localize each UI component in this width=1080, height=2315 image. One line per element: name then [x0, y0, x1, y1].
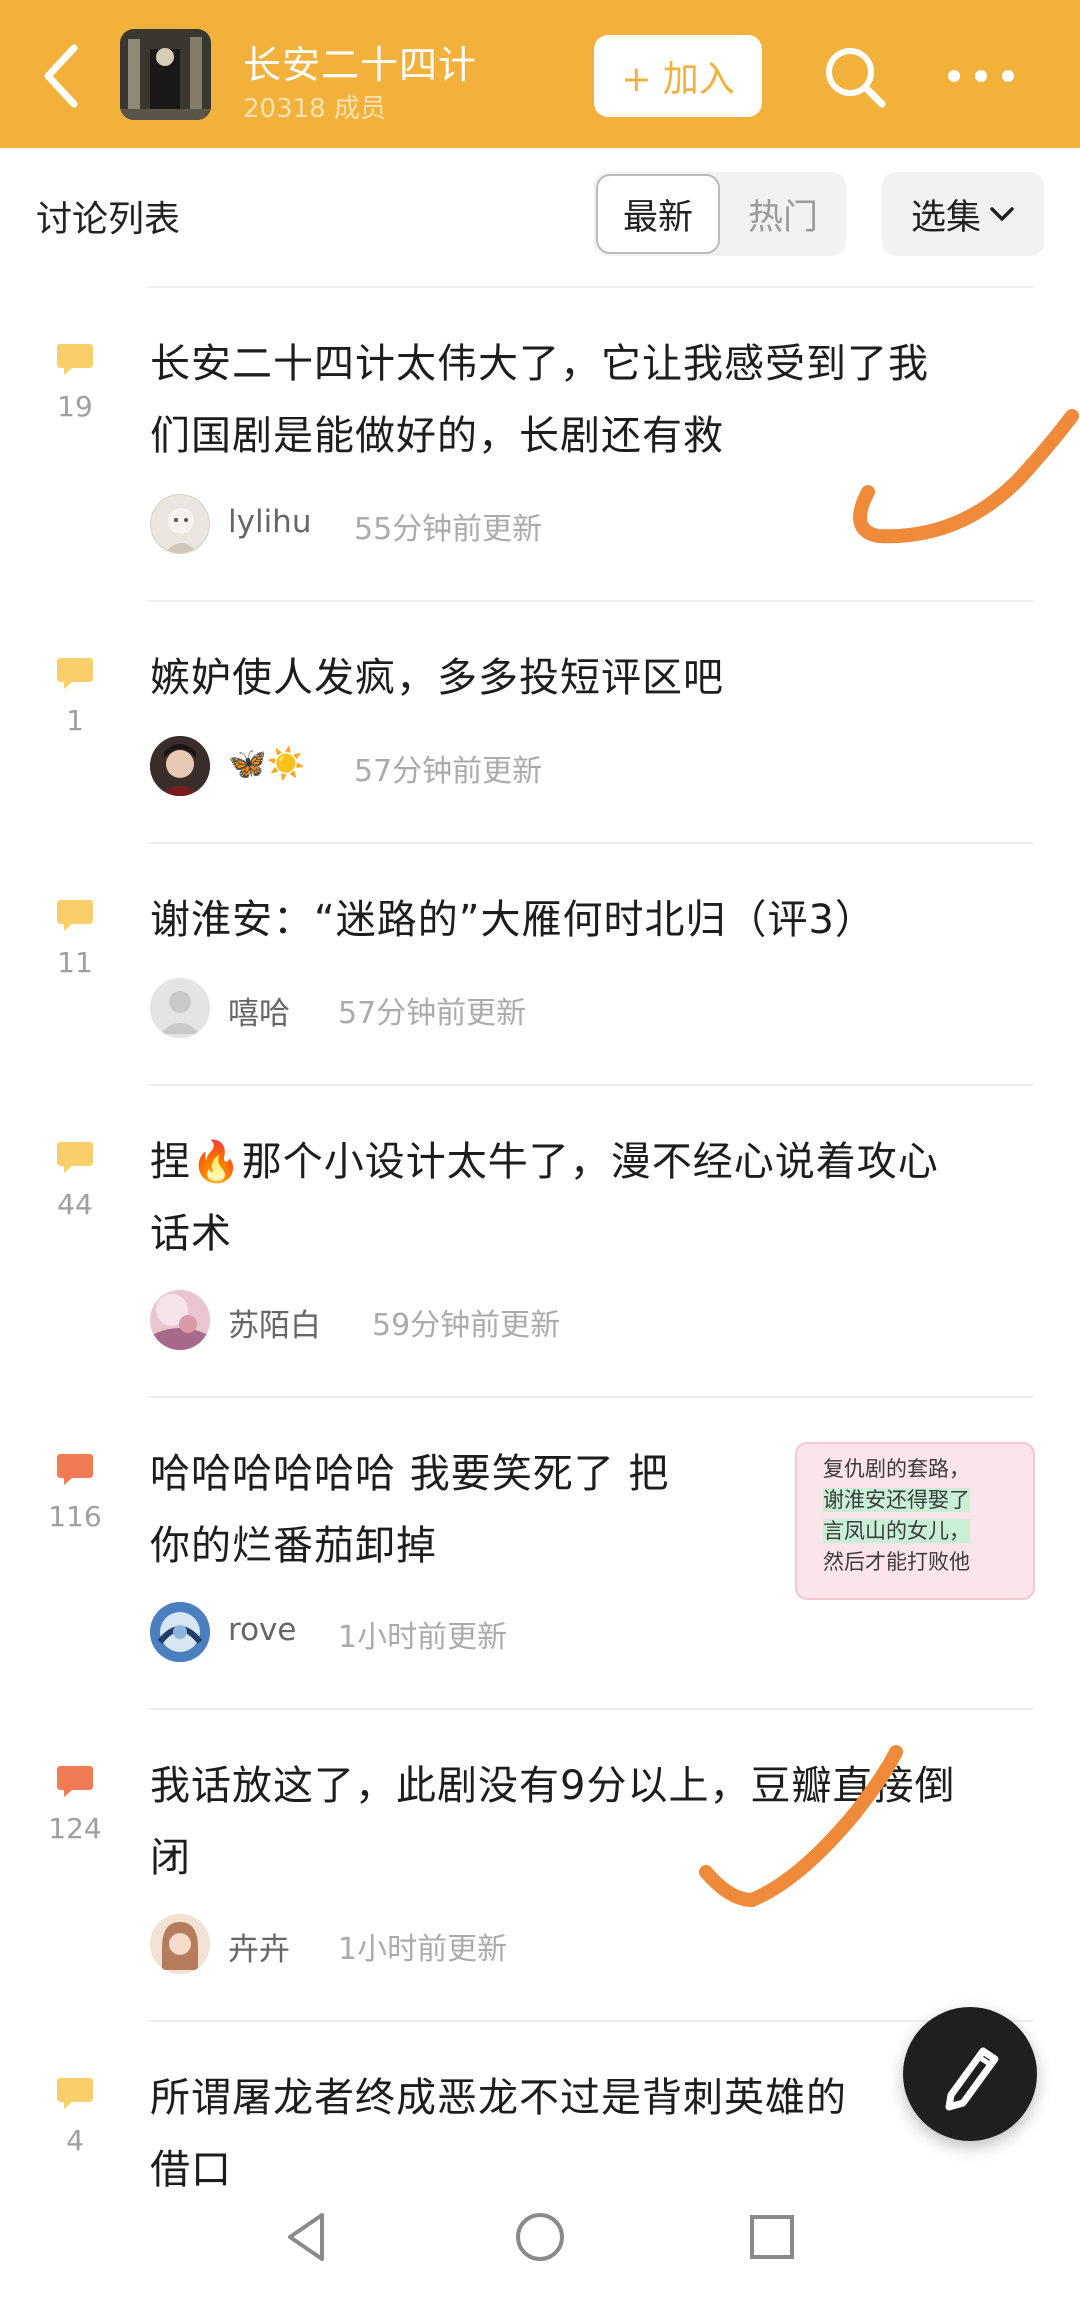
- author-name[interactable]: 嘻哈: [228, 988, 290, 1033]
- avatar[interactable]: [150, 978, 210, 1038]
- comment-bubble-icon: [57, 344, 93, 375]
- divider: [148, 1396, 1034, 1398]
- post-title[interactable]: 我话放这了，此剧没有9分以上，豆瓣直接倒 闭: [150, 1750, 955, 1894]
- comment-bubble-icon: [57, 1454, 93, 1485]
- discussion-list-title: 讨论列表: [36, 199, 181, 240]
- author-name[interactable]: 卉卉: [228, 1924, 290, 1969]
- avatar[interactable]: [150, 1602, 210, 1662]
- comment-bubble-icon: [57, 658, 93, 689]
- post-title-line: 话术: [150, 1211, 232, 1257]
- post-title-line: 闭: [150, 1835, 191, 1881]
- post-title[interactable]: 所谓屠龙者终成恶龙不过是背刺英雄的 借口: [150, 2062, 847, 2206]
- tab-hot[interactable]: 热门: [722, 172, 844, 256]
- divider: [148, 1708, 1034, 1710]
- sort-segmented-control: 最新 热门: [594, 172, 846, 256]
- comment-count: 44: [57, 1188, 93, 1221]
- list-item[interactable]: 19 长安二十四计太伟大了，它让我感受到了我 们国剧是能做好的，长剧还有救 ly…: [0, 300, 1080, 600]
- author-name[interactable]: lylihu: [228, 504, 311, 540]
- list-item[interactable]: 116 哈哈哈哈哈哈 我要笑死了 把 你的烂番茄卸掉 复仇剧的套路， 谢淮安还得…: [0, 1410, 1080, 1710]
- post-title-line: 长安二十四计太伟大了，它让我感受到了我: [150, 341, 929, 387]
- comment-count: 124: [48, 1812, 102, 1845]
- post-title-line: 我话放这了，此剧没有9分以上，豆瓣直接倒: [150, 1763, 956, 1809]
- divider: [148, 2020, 1034, 2022]
- thumbnail-text-line: 复仇剧的套路，: [823, 1457, 970, 1481]
- thumbnail-text-line: 言凤山的女儿，: [823, 1516, 1021, 1547]
- post-title[interactable]: 捏🔥那个小设计太牛了，漫不经心说着攻心 话术: [150, 1126, 939, 1270]
- author-name[interactable]: 苏陌白: [228, 1300, 321, 1345]
- search-icon[interactable]: [820, 42, 890, 112]
- system-nav-bar: [0, 2195, 1080, 2315]
- update-time: 1小时前更新: [338, 1620, 508, 1655]
- comment-count: 4: [66, 2124, 84, 2157]
- pen-icon: [945, 2047, 999, 2111]
- group-header: 长安二十四计 20318 成员 + 加入: [0, 0, 1080, 148]
- chevron-down-icon: [990, 207, 1014, 221]
- group-cover-image[interactable]: [120, 29, 211, 120]
- author-name[interactable]: rove: [228, 1612, 296, 1648]
- group-name: 长安二十四计: [243, 43, 478, 87]
- post-title-line: 谢淮安：“迷路的”大雁何时北归（评3）: [150, 897, 876, 943]
- author-name[interactable]: 🦋☀️: [228, 745, 305, 782]
- comment-bubble-icon: [57, 2078, 93, 2109]
- update-time: 57分钟前更新: [354, 754, 543, 789]
- more-dots-icon[interactable]: [946, 58, 1016, 94]
- divider: [148, 600, 1034, 602]
- nav-home-icon[interactable]: [512, 2209, 568, 2265]
- update-time: 55分钟前更新: [354, 512, 543, 547]
- comment-count: 116: [48, 1500, 102, 1533]
- post-thumbnail[interactable]: 复仇剧的套路， 谢淮安还得娶了 言凤山的女儿， 然后才能打败他: [795, 1442, 1035, 1600]
- post-title-line: 捏🔥那个小设计太牛了，漫不经心说着攻心: [150, 1139, 939, 1185]
- post-title-line: 们国剧是能做好的，长剧还有救: [150, 413, 724, 459]
- member-count: 20318 成员: [243, 94, 386, 124]
- avatar[interactable]: [150, 1914, 210, 1974]
- post-title[interactable]: 哈哈哈哈哈哈 我要笑死了 把 你的烂番茄卸掉: [150, 1438, 669, 1582]
- avatar[interactable]: [150, 494, 210, 554]
- avatar[interactable]: [150, 736, 210, 796]
- update-time: 57分钟前更新: [338, 996, 527, 1031]
- post-title-line: 嫉妒使人发疯，多多投短评区吧: [150, 655, 724, 701]
- post-title-line: 哈哈哈哈哈哈 我要笑死了 把: [150, 1451, 670, 1497]
- post-title[interactable]: 嫉妒使人发疯，多多投短评区吧: [150, 642, 724, 714]
- avatar[interactable]: [150, 1290, 210, 1350]
- comment-count: 11: [57, 946, 93, 979]
- list-item[interactable]: 44 捏🔥那个小设计太牛了，漫不经心说着攻心 话术 苏陌白 59分钟前更新: [0, 1098, 1080, 1398]
- update-time: 1小时前更新: [338, 1932, 508, 1967]
- comment-count: 1: [66, 704, 84, 737]
- post-title-line: 你的烂番茄卸掉: [150, 1523, 437, 1569]
- comment-bubble-icon: [57, 1142, 93, 1173]
- nav-recents-icon[interactable]: [746, 2209, 798, 2265]
- tab-latest[interactable]: 最新: [596, 174, 720, 254]
- episodes-label: 选集: [910, 197, 981, 238]
- thumbnail-text-line: 然后才能打败他: [823, 1550, 970, 1574]
- comment-count: 19: [57, 390, 93, 423]
- update-time: 59分钟前更新: [372, 1308, 561, 1343]
- thumbnail-highlight: 言凤山的女儿，: [823, 1519, 970, 1543]
- list-item[interactable]: 1 嫉妒使人发疯，多多投短评区吧 🦋☀️ 57分钟前更新: [0, 614, 1080, 842]
- thumbnail-highlight: 谢淮安还得娶了: [823, 1488, 970, 1512]
- compose-button[interactable]: [903, 2007, 1037, 2141]
- post-title-line: 所谓屠龙者终成恶龙不过是背刺英雄的: [150, 2075, 847, 2121]
- divider: [148, 1084, 1034, 1086]
- post-title[interactable]: 长安二十四计太伟大了，它让我感受到了我 们国剧是能做好的，长剧还有救: [150, 328, 929, 472]
- nav-back-icon[interactable]: [282, 2209, 332, 2265]
- episodes-dropdown[interactable]: 选集: [882, 172, 1044, 256]
- list-item[interactable]: 124 我话放这了，此剧没有9分以上，豆瓣直接倒 闭 卉卉 1小时前更新: [0, 1722, 1080, 2022]
- post-title[interactable]: 谢淮安：“迷路的”大雁何时北归（评3）: [150, 884, 876, 956]
- divider: [148, 286, 1034, 288]
- comment-bubble-icon: [57, 1766, 93, 1797]
- back-arrow-icon[interactable]: [34, 38, 94, 114]
- comment-bubble-icon: [57, 900, 93, 931]
- join-button[interactable]: + 加入: [594, 35, 762, 117]
- divider: [148, 842, 1034, 844]
- thumbnail-text-line: 谢淮安还得娶了: [823, 1485, 1021, 1516]
- list-item[interactable]: 11 谢淮安：“迷路的”大雁何时北归（评3） 嘻哈 57分钟前更新: [0, 856, 1080, 1084]
